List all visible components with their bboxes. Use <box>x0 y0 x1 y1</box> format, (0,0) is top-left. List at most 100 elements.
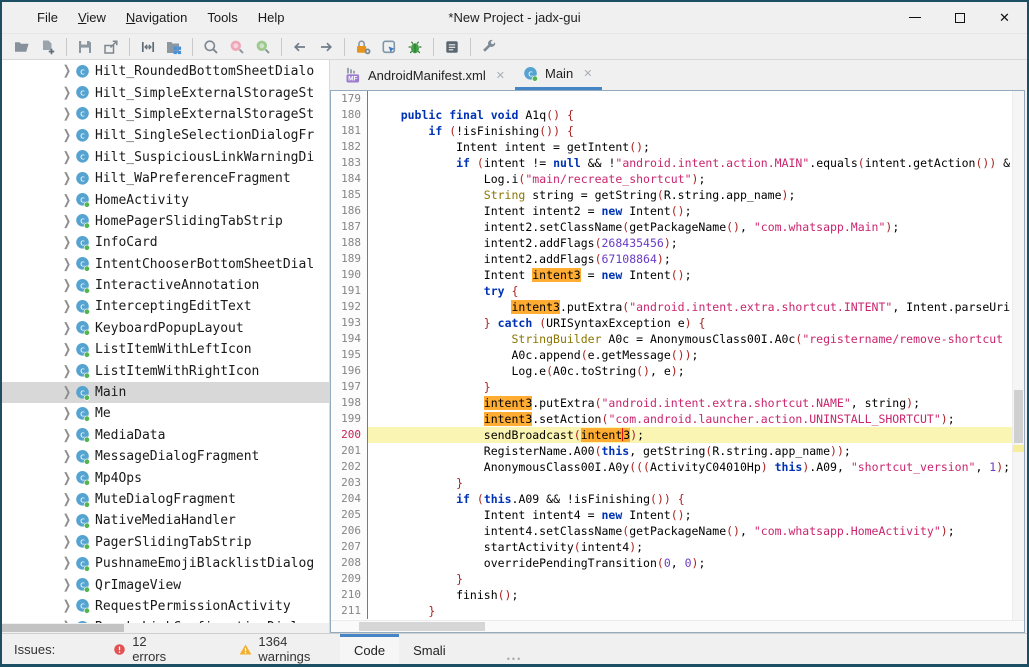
tab-close-icon[interactable]: ✕ <box>583 67 592 80</box>
code-line[interactable]: 199 intent3.setAction("com.android.launc… <box>331 411 1024 427</box>
export-button[interactable] <box>99 36 123 58</box>
code-line[interactable]: 206 intent4.setClassName(getPackageName(… <box>331 523 1024 539</box>
code-line[interactable]: 193 } catch (URISyntaxException e) { <box>331 315 1024 331</box>
tree-item-hilt-wapreferencefragment[interactable]: ❯cHilt_WaPreferenceFragment <box>2 168 329 189</box>
menu-tools[interactable]: Tools <box>198 6 246 29</box>
code-line[interactable]: 208 overridePendingTransition(0, 0); <box>331 555 1024 571</box>
code-line[interactable]: 191 try { <box>331 283 1024 299</box>
search-button[interactable] <box>199 36 223 58</box>
tree-item-hilt-roundedbottomsheetdialo[interactable]: ❯cHilt_RoundedBottomSheetDialo <box>2 61 329 82</box>
chevron-right-icon[interactable]: ❯ <box>59 171 75 185</box>
code-line[interactable]: 189 intent2.addFlags(67108864); <box>331 251 1024 267</box>
errors-status[interactable]: 12 errors <box>113 634 177 664</box>
open-project-button[interactable] <box>10 36 34 58</box>
code-line-current[interactable]: 200 sendBroadcast(intent3); <box>331 427 1024 443</box>
tree-item-requestpermissionactivity[interactable]: ❯cRequestPermissionActivity <box>2 596 329 617</box>
tree-horizontal-scrollbar[interactable] <box>2 623 329 633</box>
tree-item-hilt-singleselectiondialogfr[interactable]: ❯cHilt_SingleSelectionDialogFr <box>2 125 329 146</box>
tab-main[interactable]: cMain✕ <box>515 60 602 90</box>
code-line[interactable]: 201 RegisterName.A00(this, getString(R.s… <box>331 443 1024 459</box>
minimize-button[interactable] <box>892 3 937 32</box>
code-vscroll-thumb[interactable] <box>1014 390 1023 443</box>
menu-file[interactable]: File <box>28 6 67 29</box>
chevron-right-icon[interactable]: ❯ <box>59 471 75 485</box>
code-line[interactable]: 202 AnonymousClass00I.A0y(((ActivityC040… <box>331 459 1024 475</box>
code-line[interactable]: 186 Intent intent2 = new Intent(); <box>331 203 1024 219</box>
inspector-button[interactable] <box>377 36 401 58</box>
chevron-right-icon[interactable]: ❯ <box>59 407 75 421</box>
code-line[interactable]: 188 intent2.addFlags(268435456); <box>331 235 1024 251</box>
footer-tab-code[interactable]: Code <box>340 634 399 664</box>
tree-item-mediadata[interactable]: ❯cMediaData <box>2 425 329 446</box>
code-line[interactable]: 181 if (!isFinishing()) { <box>331 123 1024 139</box>
chevron-right-icon[interactable]: ❯ <box>59 535 75 549</box>
code-line[interactable]: 197 } <box>331 379 1024 395</box>
maximize-button[interactable] <box>937 3 982 32</box>
tree-item-qrimageview[interactable]: ❯cQrImageView <box>2 574 329 595</box>
menu-view[interactable]: View <box>69 6 115 29</box>
chevron-right-icon[interactable]: ❯ <box>59 193 75 207</box>
warnings-status[interactable]: 1364 warnings <box>239 634 332 664</box>
code-line[interactable]: 185 String string = getString(R.string.a… <box>331 187 1024 203</box>
chevron-right-icon[interactable]: ❯ <box>59 321 75 335</box>
chevron-right-icon[interactable]: ❯ <box>59 236 75 250</box>
code-horizontal-scrollbar[interactable] <box>331 620 1024 632</box>
chevron-right-icon[interactable]: ❯ <box>59 65 75 79</box>
code-line[interactable]: 179 <box>331 91 1024 107</box>
chevron-right-icon[interactable]: ❯ <box>59 300 75 314</box>
tree-item-me[interactable]: ❯cMe <box>2 403 329 424</box>
tree-item-mp4ops[interactable]: ❯cMp4Ops <box>2 467 329 488</box>
debugger-button[interactable] <box>403 36 427 58</box>
code-line[interactable]: 205 Intent intent4 = new Intent(); <box>331 507 1024 523</box>
menu-navigation[interactable]: Navigation <box>117 6 196 29</box>
tree-item-interceptingedittext[interactable]: ❯cInterceptingEditText <box>2 296 329 317</box>
tree-item-pushnameemojiblacklistdialog[interactable]: ❯cPushnameEmojiBlacklistDialog <box>2 553 329 574</box>
chevron-right-icon[interactable]: ❯ <box>59 86 75 100</box>
add-files-button[interactable] <box>36 36 60 58</box>
tree-item-hilt-simpleexternalstoragest[interactable]: ❯cHilt_SimpleExternalStorageSt <box>2 82 329 103</box>
chevron-right-icon[interactable]: ❯ <box>59 578 75 592</box>
tree-item-listitemwithrighticon[interactable]: ❯cListItemWithRightIcon <box>2 360 329 381</box>
tab-close-icon[interactable]: ✕ <box>496 69 505 82</box>
tree-item-nativemediahandler[interactable]: ❯cNativeMediaHandler <box>2 510 329 531</box>
tree-item-hilt-simpleexternalstoragest[interactable]: ❯cHilt_SimpleExternalStorageSt <box>2 104 329 125</box>
code-line[interactable]: 198 intent3.putExtra("android.intent.ext… <box>331 395 1024 411</box>
tree-item-infocard[interactable]: ❯cInfoCard <box>2 232 329 253</box>
tree-item-homepagerslidingtabstrip[interactable]: ❯cHomePagerSlidingTabStrip <box>2 211 329 232</box>
text-search-button[interactable] <box>225 36 249 58</box>
chevron-right-icon[interactable]: ❯ <box>59 385 75 399</box>
chevron-right-icon[interactable]: ❯ <box>59 150 75 164</box>
save-project-button[interactable] <box>73 36 97 58</box>
sync-with-editor-button[interactable] <box>136 36 160 58</box>
code-line[interactable]: 180 public final void A1q() { <box>331 107 1024 123</box>
chevron-right-icon[interactable]: ❯ <box>59 343 75 357</box>
back-button[interactable] <box>288 36 312 58</box>
close-button[interactable]: ✕ <box>982 3 1027 32</box>
chevron-right-icon[interactable]: ❯ <box>59 428 75 442</box>
tree-item-mutedialogfragment[interactable]: ❯cMuteDialogFragment <box>2 489 329 510</box>
flat-packages-button[interactable] <box>162 36 186 58</box>
deobfuscation-button[interactable] <box>351 36 375 58</box>
tree-item-hilt-suspiciouslinkwarningdi[interactable]: ❯cHilt_SuspiciousLinkWarningDi <box>2 147 329 168</box>
footer-tab-smali[interactable]: Smali <box>399 634 460 664</box>
tree-item-intentchooserbottomsheetdial[interactable]: ❯cIntentChooserBottomSheetDial <box>2 254 329 275</box>
chevron-right-icon[interactable]: ❯ <box>59 557 75 571</box>
chevron-right-icon[interactable]: ❯ <box>59 214 75 228</box>
tree-hscroll-thumb[interactable] <box>2 624 124 632</box>
code-line[interactable]: 184 Log.i("main/recreate_shortcut"); <box>331 171 1024 187</box>
preferences-button[interactable] <box>477 36 501 58</box>
tab-androidmanifest-xml[interactable]: MFAndroidManifest.xml✕ <box>338 60 515 90</box>
tree-item-listitemwithlefticon[interactable]: ❯cListItemWithLeftIcon <box>2 339 329 360</box>
chevron-right-icon[interactable]: ❯ <box>59 129 75 143</box>
code-view[interactable]: 179180 public final void A1q() {181 if (… <box>331 91 1024 620</box>
chevron-right-icon[interactable]: ❯ <box>59 364 75 378</box>
forward-button[interactable] <box>314 36 338 58</box>
chevron-right-icon[interactable]: ❯ <box>59 514 75 528</box>
code-line[interactable]: 204 if (this.A09 && !isFinishing()) { <box>331 491 1024 507</box>
class-search-button[interactable] <box>251 36 275 58</box>
code-line[interactable]: 187 intent2.setClassName(getPackageName(… <box>331 219 1024 235</box>
tree-item-main[interactable]: ❯cMain <box>2 382 329 403</box>
code-line[interactable]: 194 StringBuilder A0c = AnonymousClass00… <box>331 331 1024 347</box>
tree-item-homeactivity[interactable]: ❯cHomeActivity <box>2 189 329 210</box>
code-line[interactable]: 183 if (intent != null && !"android.inte… <box>331 155 1024 171</box>
